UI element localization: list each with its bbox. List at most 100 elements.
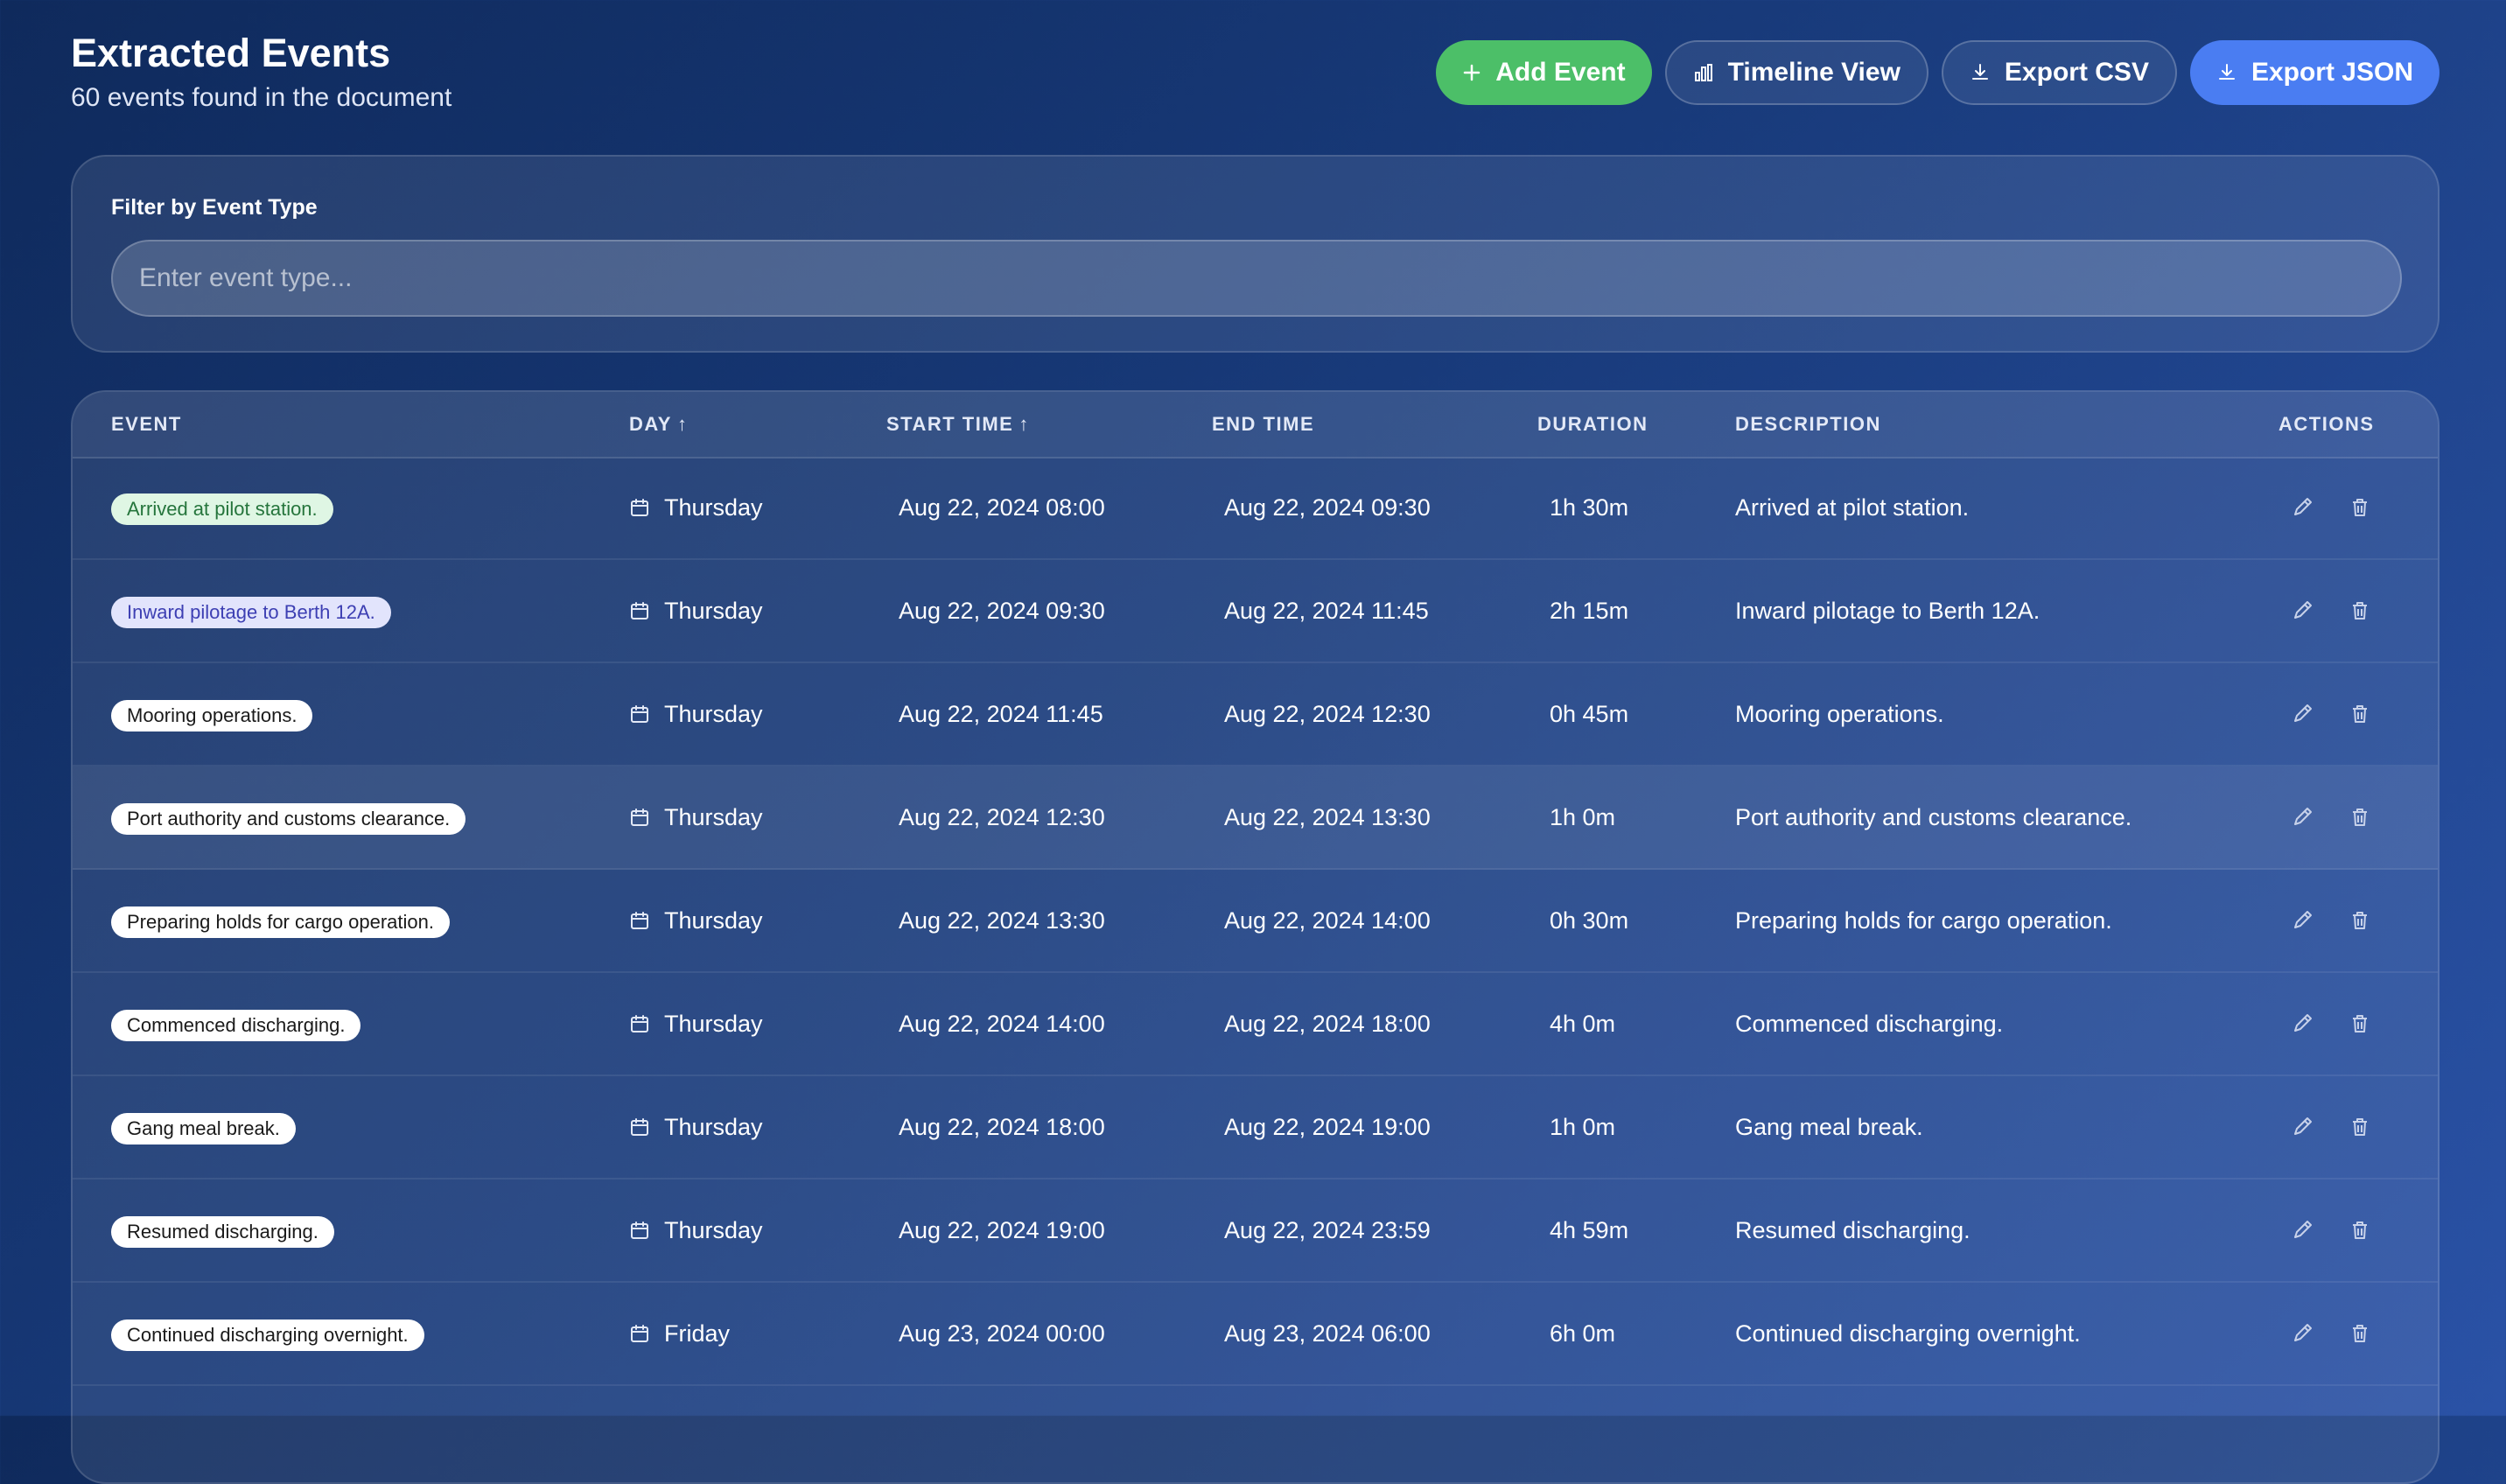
export-csv-label: Export CSV	[2004, 58, 2149, 87]
timeline-view-label: Timeline View	[1727, 58, 1900, 87]
table-row[interactable]: Commenced discharging. Thursday Aug 22, 20…	[73, 973, 2438, 1076]
column-header-actions: ACTIONS	[2278, 413, 2375, 435]
table-row[interactable]: Resumed discharging. Thursday Aug 22, 2024…	[73, 1180, 2438, 1283]
end-time-cell: Aug 22, 2024 09:30	[1224, 494, 1431, 521]
calendar-icon	[631, 808, 648, 826]
pencil-icon[interactable]	[2286, 802, 2318, 833]
events-count: 60 events found in the document	[71, 83, 452, 112]
duration-cell: 6h 0m	[1550, 1320, 1616, 1347]
event-type-badge: Arrived at pilot station.	[111, 494, 333, 525]
duration-cell: 4h 0m	[1550, 1011, 1616, 1037]
table-header: EVENT DAY ↑ START TIME ↑ END TIME DURATION…	[73, 392, 2438, 458]
event-type-filter-input[interactable]	[111, 240, 2402, 317]
event-type-badge: Port authority and customs clearance.	[111, 803, 466, 835]
pencil-icon[interactable]	[2286, 1318, 2318, 1349]
download-icon	[1971, 64, 1988, 80]
pencil-icon[interactable]	[2286, 1214, 2318, 1246]
pencil-icon[interactable]	[2286, 492, 2318, 523]
duration-cell: 1h 0m	[1550, 1114, 1616, 1140]
pencil-icon[interactable]	[2286, 905, 2318, 936]
pencil-icon[interactable]	[2286, 698, 2318, 730]
trash-icon[interactable]	[2344, 1008, 2376, 1040]
event-type-badge: Preparing holds for cargo operation.	[111, 906, 450, 938]
timeline-view-button[interactable]: Timeline View	[1664, 40, 1928, 105]
event-type-badge: Commenced discharging.	[111, 1010, 361, 1041]
column-header-end-time[interactable]: END TIME	[1212, 392, 1314, 457]
day-cell: Thursday	[629, 1180, 763, 1281]
day-cell: Thursday	[629, 1076, 763, 1178]
calendar-icon	[631, 1015, 648, 1032]
trash-icon[interactable]	[2344, 1111, 2376, 1143]
table-row[interactable]: Gang meal break. Thursday Aug 22, 2024 18:…	[73, 1076, 2438, 1180]
day-value: Thursday	[664, 701, 763, 727]
row-actions	[2286, 905, 2376, 936]
column-header-day[interactable]: DAY ↑	[629, 392, 688, 457]
end-time-cell: Aug 22, 2024 19:00	[1224, 1114, 1431, 1140]
description-cell: Commenced discharging.	[1735, 1011, 2004, 1037]
filter-label: Filter by Event Type	[111, 195, 318, 220]
sort-ascending-icon: ↑	[1018, 413, 1030, 435]
day-cell: Thursday	[629, 973, 763, 1074]
pencil-icon[interactable]	[2286, 595, 2318, 626]
calendar-icon	[631, 705, 648, 723]
trash-icon[interactable]	[2344, 492, 2376, 523]
start-time-cell: Aug 22, 2024 11:45	[899, 701, 1103, 727]
trash-icon[interactable]	[2344, 595, 2376, 626]
day-cell: Thursday	[629, 560, 763, 662]
description-cell: Resumed discharging.	[1735, 1217, 1970, 1243]
calendar-icon	[631, 499, 648, 516]
end-time-cell: Aug 22, 2024 11:45	[1224, 598, 1429, 624]
events-table: EVENT DAY ↑ START TIME ↑ END TIME DURATION…	[71, 390, 2440, 1484]
calendar-icon	[631, 912, 648, 929]
table-row[interactable]: Mooring operations. Thursday Aug 22, 2024 …	[73, 663, 2438, 766]
table-row[interactable]: Preparing holds for cargo operation. Thur…	[73, 870, 2438, 973]
trash-icon[interactable]	[2344, 698, 2376, 730]
add-event-button[interactable]: Add Event	[1436, 40, 1652, 105]
table-row[interactable]: Arrived at pilot station. Thursday Aug 22,…	[73, 457, 2438, 560]
trash-icon[interactable]	[2344, 905, 2376, 936]
column-header-duration[interactable]: DURATION	[1537, 392, 1648, 457]
duration-cell: 0h 45m	[1550, 701, 1629, 727]
trash-icon[interactable]	[2344, 1214, 2376, 1246]
table-row[interactable]: Continued discharging overnight. Friday Au…	[73, 1283, 2438, 1386]
row-actions	[2286, 492, 2376, 523]
export-csv-button[interactable]: Export CSV	[1941, 40, 2177, 105]
event-type-badge: Resumed discharging.	[111, 1216, 334, 1248]
description-cell: Mooring operations.	[1735, 701, 1944, 727]
day-cell: Friday	[629, 1283, 730, 1384]
day-value: Thursday	[664, 1011, 763, 1037]
row-actions	[2286, 595, 2376, 626]
event-type-badge: Inward pilotage to Berth 12A.	[111, 597, 391, 628]
calendar-icon	[631, 1118, 648, 1136]
download-icon	[2218, 64, 2235, 80]
column-header-day-label: DAY	[629, 413, 672, 435]
day-value: Thursday	[664, 1114, 763, 1140]
description-cell: Continued discharging overnight.	[1735, 1320, 2081, 1347]
toolbar: Add Event Timeline View Export CSV Expor…	[1436, 40, 2440, 105]
end-time-cell: Aug 22, 2024 13:30	[1224, 804, 1431, 830]
day-value: Thursday	[664, 804, 763, 830]
column-header-description[interactable]: DESCRIPTION	[1735, 392, 1881, 457]
column-header-event[interactable]: EVENT	[111, 392, 182, 457]
duration-cell: 1h 0m	[1550, 804, 1616, 830]
trash-icon[interactable]	[2344, 802, 2376, 833]
pencil-icon[interactable]	[2286, 1008, 2318, 1040]
table-row[interactable]: Inward pilotage to Berth 12A. Thursday Aug…	[73, 560, 2438, 663]
calendar-icon	[631, 1222, 648, 1239]
end-time-cell: Aug 22, 2024 18:00	[1224, 1011, 1431, 1037]
plus-icon	[1463, 64, 1480, 81]
table-body: Arrived at pilot station. Thursday Aug 22,…	[73, 457, 2438, 1386]
start-time-cell: Aug 23, 2024 00:00	[899, 1320, 1105, 1347]
duration-cell: 2h 15m	[1550, 598, 1629, 624]
add-event-label: Add Event	[1495, 58, 1626, 87]
table-row[interactable]: Port authority and customs clearance. Thu…	[73, 766, 2438, 870]
start-time-cell: Aug 22, 2024 13:30	[899, 907, 1105, 934]
trash-icon[interactable]	[2344, 1318, 2376, 1349]
calendar-icon	[631, 1325, 648, 1342]
start-time-cell: Aug 22, 2024 09:30	[899, 598, 1105, 624]
pencil-icon[interactable]	[2286, 1111, 2318, 1143]
column-header-start-time[interactable]: START TIME ↑	[886, 392, 1030, 457]
duration-cell: 4h 59m	[1550, 1217, 1629, 1243]
page-title: Extracted Events	[71, 31, 391, 75]
export-json-button[interactable]: Export JSON	[2189, 40, 2440, 105]
